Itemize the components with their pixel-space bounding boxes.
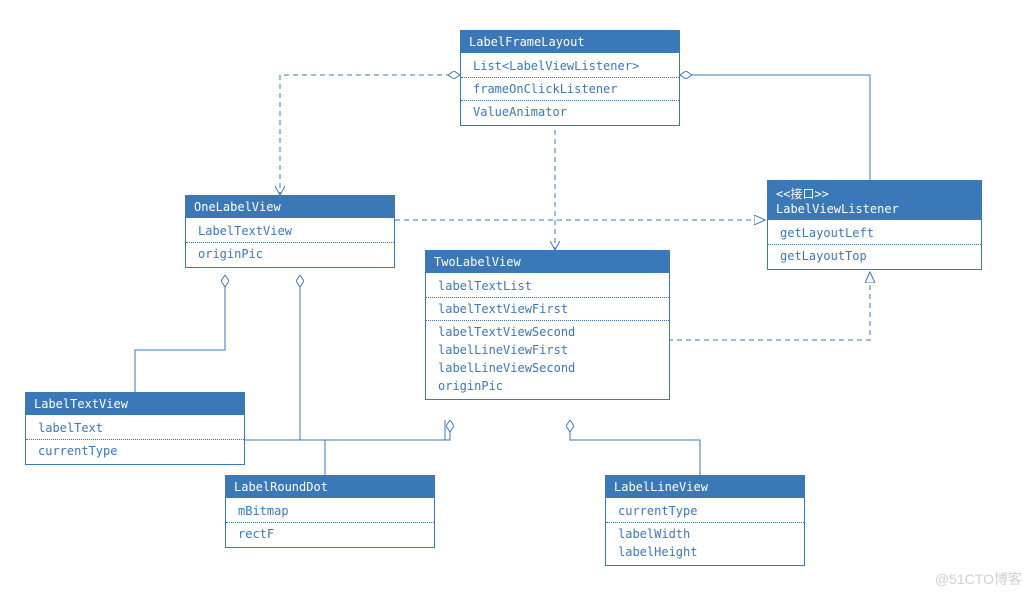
attr: ValueAnimator — [473, 103, 667, 121]
attr: getLayoutTop — [780, 247, 969, 265]
class-OneLabelView: OneLabelView LabelTextView originPic — [185, 195, 395, 268]
attr: originPic — [198, 245, 382, 263]
class-name: LabelViewListener — [776, 202, 973, 216]
attr: currentType — [618, 502, 792, 520]
attr: List<LabelViewListener> — [473, 57, 667, 75]
class-TwoLabelView: TwoLabelView labelTextList labelTextView… — [425, 250, 670, 400]
class-title: LabelTextView — [26, 393, 244, 415]
class-LabelFrameLayout: LabelFrameLayout List<LabelViewListener>… — [460, 30, 680, 126]
attr: labelTextList — [438, 277, 657, 295]
attr: rectF — [238, 525, 422, 543]
attr: labelLineViewFirst — [438, 341, 657, 359]
class-LabelLineView: LabelLineView currentType labelWidth lab… — [605, 475, 805, 566]
class-title: <<接口>> LabelViewListener — [768, 181, 981, 220]
attr: labelTextViewSecond — [438, 323, 657, 341]
attr: frameOnClickListener — [473, 80, 667, 98]
class-LabelViewListener: <<接口>> LabelViewListener getLayoutLeft g… — [767, 180, 982, 270]
attr: labelHeight — [618, 543, 792, 561]
attr: getLayoutLeft — [780, 224, 969, 242]
attr: mBitmap — [238, 502, 422, 520]
attr: labelText — [38, 419, 232, 437]
attr: labelLineViewSecond — [438, 359, 657, 377]
attr: LabelTextView — [198, 222, 382, 240]
attr: labelWidth — [618, 525, 792, 543]
attr: originPic — [438, 377, 657, 395]
watermark: @51CTO博客 — [935, 569, 1022, 589]
class-title: LabelRoundDot — [226, 476, 434, 498]
attr: labelTextViewFirst — [438, 300, 657, 318]
class-LabelTextView: LabelTextView labelText currentType — [25, 392, 245, 465]
class-title: TwoLabelView — [426, 251, 669, 273]
class-LabelRoundDot: LabelRoundDot mBitmap rectF — [225, 475, 435, 548]
class-title: LabelFrameLayout — [461, 31, 679, 53]
attr: currentType — [38, 442, 232, 460]
stereotype: <<接口>> — [776, 185, 973, 202]
class-title: OneLabelView — [186, 196, 394, 218]
class-title: LabelLineView — [606, 476, 804, 498]
